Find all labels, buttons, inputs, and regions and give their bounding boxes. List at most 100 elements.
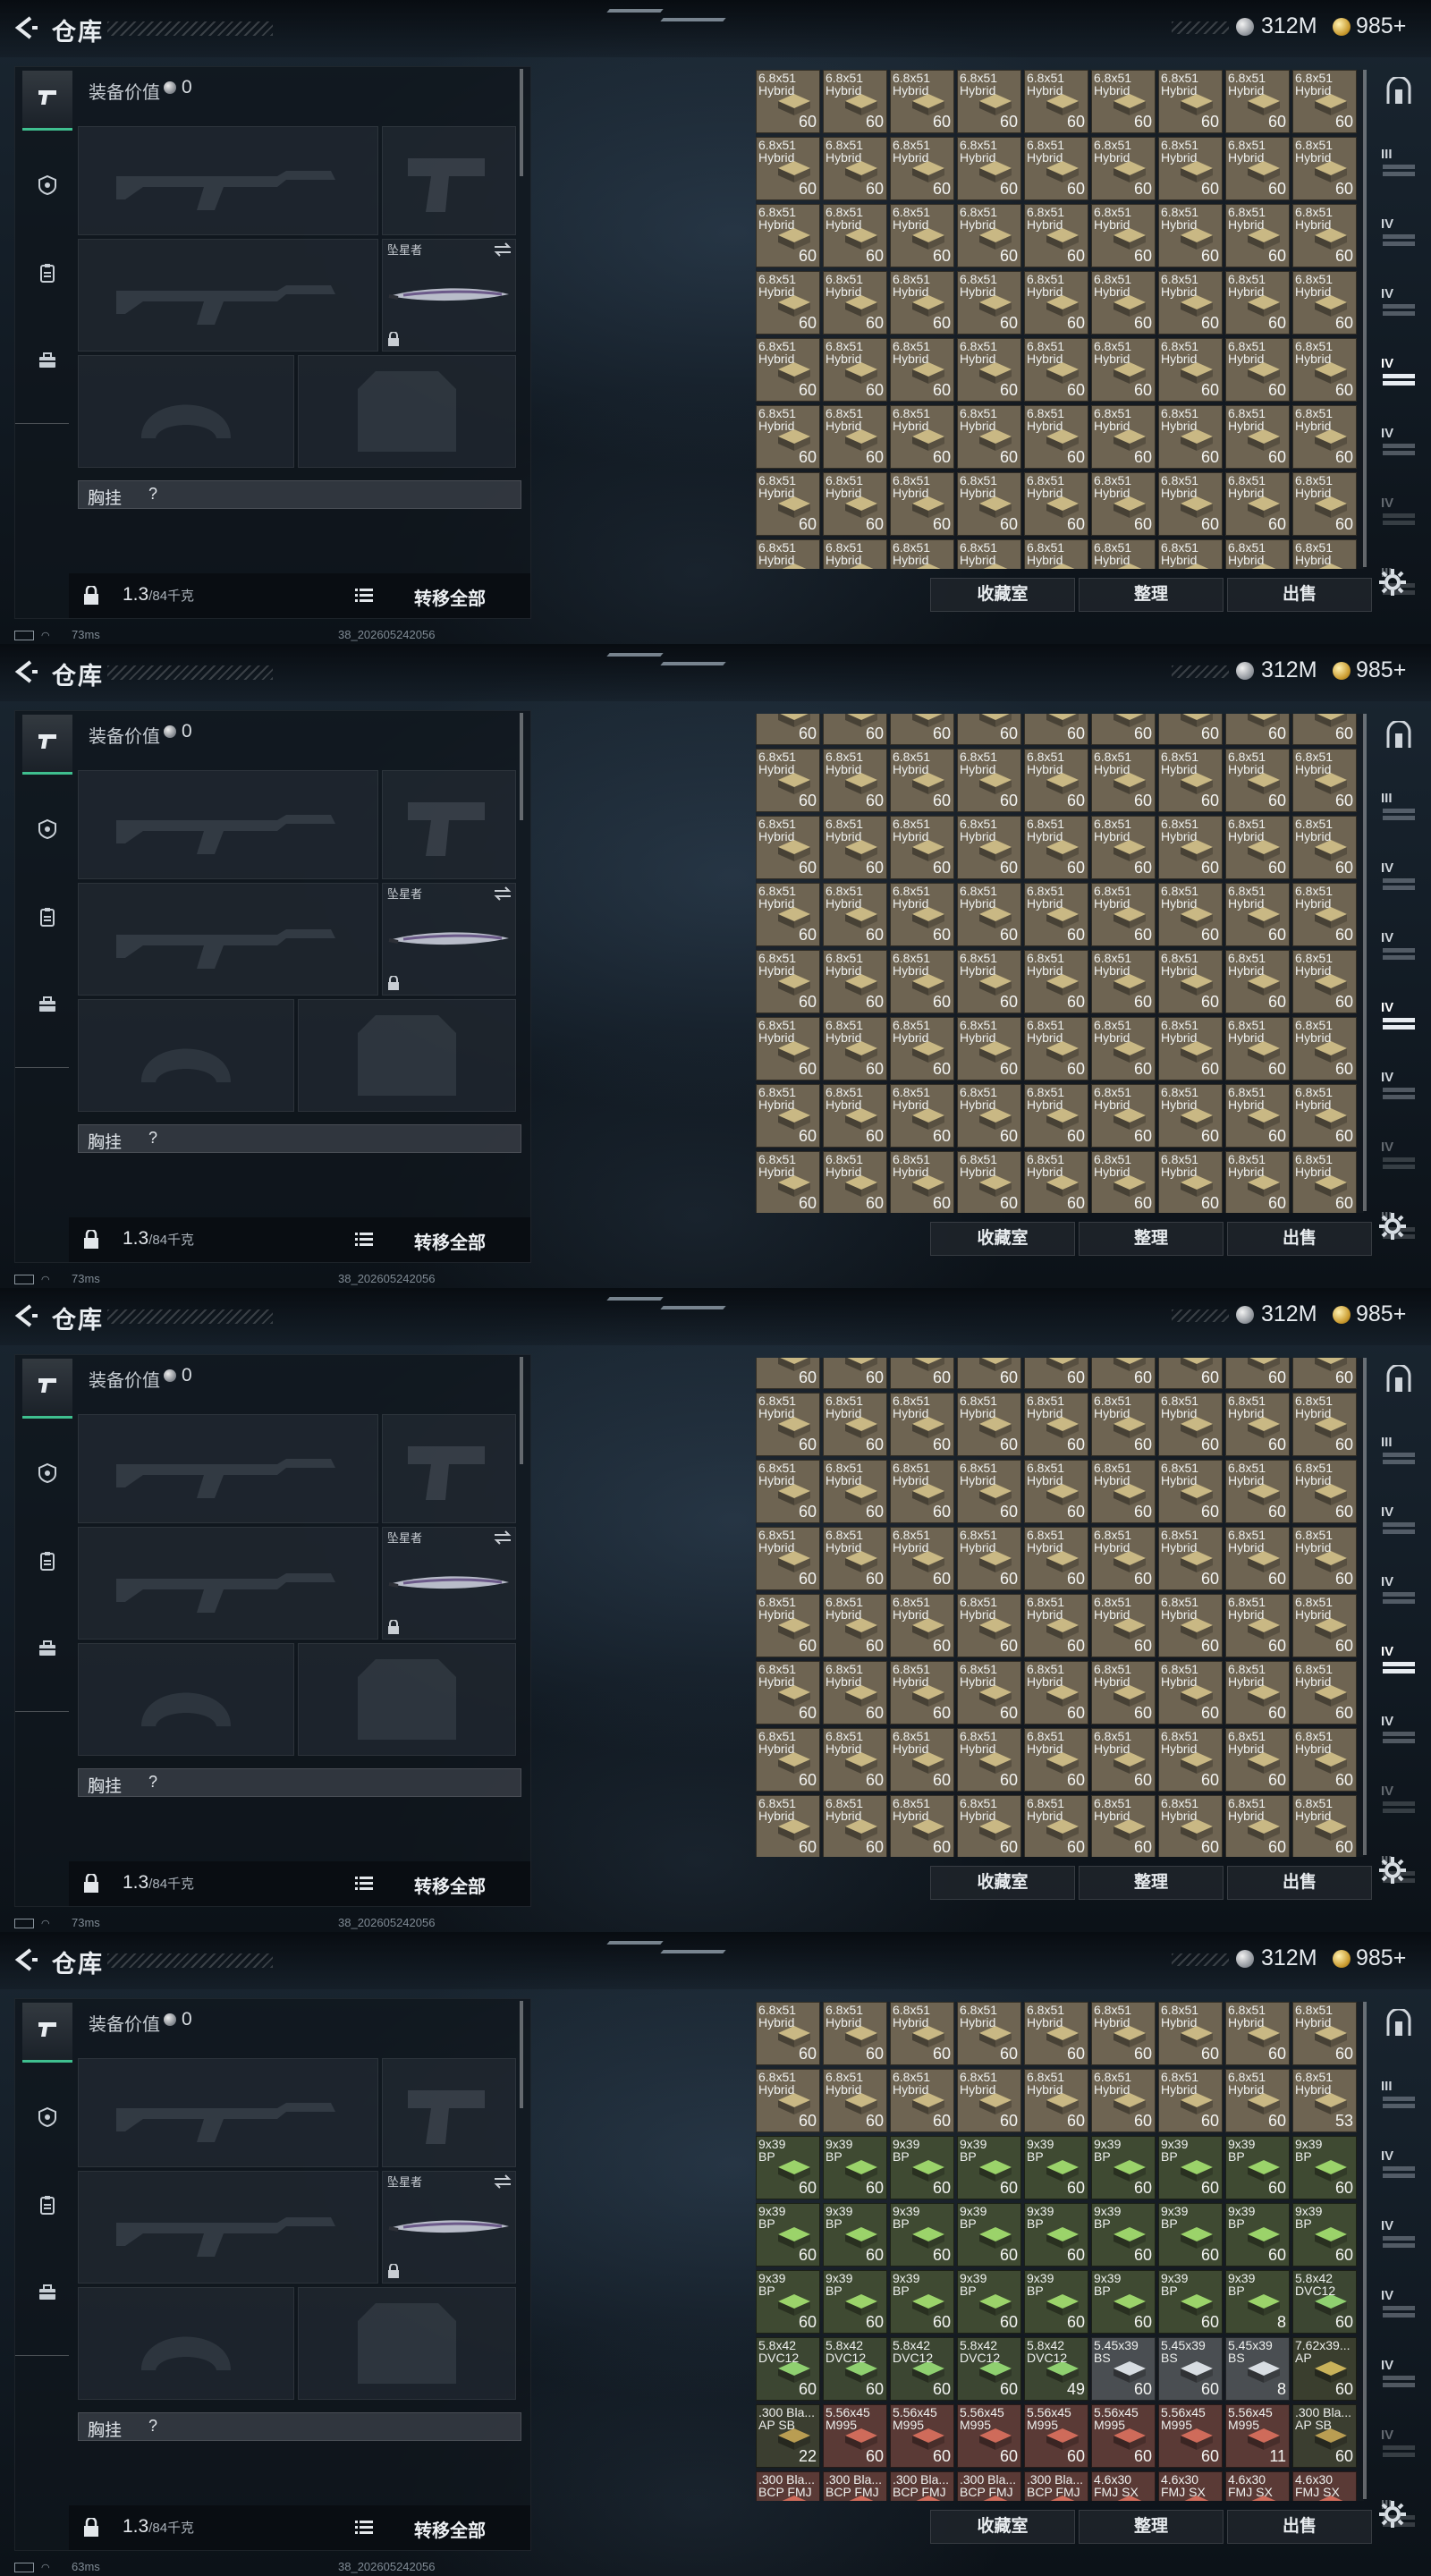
stash-item-cell[interactable]: 6.8x51 Hybrid60 [1158, 1661, 1223, 1724]
stash-item-cell[interactable]: 9x39 BP 60 [1024, 2270, 1088, 2334]
stash-item-cell[interactable]: 6.8x51 Hybrid60 [1091, 1460, 1156, 1523]
stash-item-cell[interactable]: 6.8x51 Hybrid60 [1091, 1728, 1156, 1792]
stash-item-cell[interactable]: 6.8x51 Hybrid60 [823, 1795, 887, 1857]
stash-item-cell[interactable]: 6.8x51 Hybrid60 [957, 204, 1021, 267]
secondary-weapon-slot[interactable] [78, 1527, 378, 1640]
transfer-all-button[interactable]: 转移全部 [414, 584, 486, 610]
stash-item-cell[interactable]: 6.8x51 Hybrid60 [890, 70, 954, 133]
stash-item-cell[interactable]: 6.8x51 Hybrid60 [1292, 70, 1357, 133]
stash-item-cell[interactable]: 6.8x51 Hybrid60 [1225, 539, 1290, 569]
storage-tab-6[interactable]: IV [1377, 492, 1420, 531]
stash-item-cell[interactable]: 6.8x51 Hybrid60 [1158, 405, 1223, 469]
stash-item-cell[interactable]: 5.56x45 M995 60 [823, 2404, 887, 2468]
stash-item-cell[interactable]: 9x39 BP 60 [957, 2136, 1021, 2199]
stash-item-cell[interactable]: 6.8x51 Hybrid60 [890, 1084, 954, 1148]
stash-item-cell[interactable]: 6.8x51 Hybrid60 [890, 1527, 954, 1590]
stash-item-cell[interactable]: 6.8x51 Hybrid60 [1225, 816, 1290, 879]
stash-item-cell[interactable]: 6.8x51 Hybrid60 [890, 950, 954, 1013]
stash-item-cell[interactable]: 6.8x51 Hybrid60 [957, 2069, 1021, 2132]
stash-item-cell[interactable]: 6.8x51 Hybrid60 [1292, 338, 1357, 402]
stash-item-cell[interactable]: 6.8x51 Hybrid60 [823, 2002, 887, 2065]
storage-tab-3[interactable]: IV [1377, 1571, 1420, 1610]
stash-item-cell[interactable]: 6.8x51 Hybrid60 [1024, 70, 1088, 133]
stash-item-cell[interactable]: 6.8x51 Hybrid60 [756, 1017, 820, 1080]
stash-item-cell[interactable]: 9x39 BP 60 [756, 2136, 820, 2199]
helmet-slot[interactable] [78, 355, 294, 468]
stash-item-cell[interactable]: 5.45x39 BS 60 [1158, 2337, 1223, 2401]
stash-item-cell[interactable]: 6.8x51 Hybrid60 [1091, 1661, 1156, 1724]
stash-item-cell[interactable]: 6.8x51 Hybrid60 [823, 2069, 887, 2132]
stash-item-cell[interactable]: 6.8x51 Hybrid60 [823, 405, 887, 469]
stash-item-cell[interactable]: 6.8x51 Hybrid60 [890, 2069, 954, 2132]
primary-weapon-slot[interactable] [78, 1414, 378, 1523]
stash-item-cell[interactable]: 6.8x51 Hybrid60 [756, 70, 820, 133]
stash-item-cell[interactable]: 6.8x51 Hybrid60 [1292, 1594, 1357, 1657]
stash-item-cell[interactable]: 6.8x51 Hybrid60 [1292, 137, 1357, 200]
stash-item-cell[interactable]: 6.8x51 Hybrid60 [756, 816, 820, 879]
stash-item-cell[interactable]: 6.8x51 Hybrid60 [823, 271, 887, 335]
stash-item-cell[interactable]: 6.8x51 Hybrid60 [1091, 271, 1156, 335]
stash-item-cell[interactable]: 6.8x51 Hybrid60 [1091, 338, 1156, 402]
stash-item-cell[interactable]: 6.8x51 Hybrid60 [1024, 714, 1088, 745]
stash-item-cell[interactable]: 9x39 BP 60 [823, 2136, 887, 2199]
stash-item-cell[interactable]: 6.8x51 Hybrid60 [1225, 1460, 1290, 1523]
swap-icon[interactable] [493, 242, 512, 257]
loadout-scrollbar[interactable] [520, 713, 523, 820]
primary-weapon-slot[interactable] [78, 126, 378, 235]
stash-item-cell[interactable]: 7.62x39... AP 60 [1292, 2337, 1357, 2401]
stash-item-cell[interactable]: 6.8x51 Hybrid60 [1024, 1661, 1088, 1724]
stash-item-cell[interactable]: 6.8x51 Hybrid60 [756, 271, 820, 335]
stash-item-cell[interactable]: 6.8x51 Hybrid60 [1024, 1795, 1088, 1857]
stash-item-cell[interactable]: 6.8x51 Hybrid60 [1091, 1527, 1156, 1590]
help-icon[interactable]: ? [148, 2417, 157, 2436]
stash-item-cell[interactable]: 6.8x51 Hybrid60 [957, 2002, 1021, 2065]
stash-item-cell[interactable]: 6.8x51 Hybrid60 [1024, 1017, 1088, 1080]
stash-item-cell[interactable]: 6.8x51 Hybrid60 [1225, 2069, 1290, 2132]
side-tab-2[interactable] [22, 246, 72, 303]
stash-item-cell[interactable]: 6.8x51 Hybrid60 [1225, 2002, 1290, 2065]
stash-item-cell[interactable]: 6.8x51 Hybrid60 [890, 1594, 954, 1657]
stash-item-cell[interactable]: 6.8x51 Hybrid60 [1292, 1393, 1357, 1456]
stash-item-cell[interactable]: 5.56x45 M995 60 [1158, 2404, 1223, 2468]
storage-tab-2[interactable]: IV [1377, 857, 1420, 896]
stash-item-cell[interactable]: 6.8x51 Hybrid60 [1158, 1795, 1223, 1857]
stash-item-cell[interactable]: 6.8x51 Hybrid60 [823, 714, 887, 745]
storage-tab-5[interactable]: IV [1377, 2354, 1420, 2394]
stash-item-cell[interactable]: 9x39 BP 60 [823, 2203, 887, 2267]
sell-button[interactable]: 出售 [1227, 1866, 1372, 1900]
storage-tab-2[interactable]: IV [1377, 213, 1420, 252]
stash-item-cell[interactable]: 6.8x51 Hybrid60 [957, 1594, 1021, 1657]
stash-grid[interactable]: 6.8x51 Hybrid606.8x51 Hybrid606.8x51 Hyb… [756, 1358, 1364, 1857]
stash-item-cell[interactable]: 6.8x51 Hybrid60 [1024, 1728, 1088, 1792]
swap-icon[interactable] [493, 2174, 512, 2189]
stash-item-cell[interactable]: 6.8x51 Hybrid60 [1158, 1017, 1223, 1080]
side-tab-0[interactable] [22, 2003, 72, 2063]
swap-icon[interactable] [493, 886, 512, 901]
stash-item-cell[interactable]: 6.8x51 Hybrid60 [890, 2002, 954, 2065]
stash-item-cell[interactable]: 6.8x51 Hybrid60 [957, 1393, 1021, 1456]
stash-item-cell[interactable]: 6.8x51 Hybrid60 [756, 405, 820, 469]
help-icon[interactable]: ? [148, 1129, 157, 1148]
stash-item-cell[interactable]: 6.8x51 Hybrid60 [756, 1151, 820, 1213]
stash-item-cell[interactable]: 9x39 BP 8 [1225, 2270, 1290, 2334]
pistol-slot[interactable] [382, 2058, 516, 2167]
stash-item-cell[interactable]: .300 Bla... AP SB 60 [1292, 2404, 1357, 2468]
stash-item-cell[interactable]: 6.8x51 Hybrid60 [890, 1661, 954, 1724]
stash-item-cell[interactable]: 6.8x51 Hybrid60 [1292, 816, 1357, 879]
collection-button[interactable]: 收藏室 [930, 578, 1075, 612]
stash-item-cell[interactable]: 6.8x51 Hybrid60 [1158, 137, 1223, 200]
stash-item-cell[interactable]: 6.8x51 Hybrid60 [957, 1017, 1021, 1080]
stash-item-cell[interactable]: 6.8x51 Hybrid60 [1292, 1017, 1357, 1080]
stash-item-cell[interactable]: 6.8x51 Hybrid60 [756, 1393, 820, 1456]
stash-item-cell[interactable]: 6.8x51 Hybrid60 [1024, 1594, 1088, 1657]
stash-item-cell[interactable]: 6.8x51 Hybrid60 [957, 714, 1021, 745]
stash-item-cell[interactable]: 6.8x51 Hybrid60 [957, 1084, 1021, 1148]
stash-item-cell[interactable]: 6.8x51 Hybrid60 [1024, 2069, 1088, 2132]
stash-item-cell[interactable]: 6.8x51 Hybrid60 [756, 1460, 820, 1523]
stash-item-cell[interactable]: 6.8x51 Hybrid60 [1091, 749, 1156, 812]
stash-item-cell[interactable]: 9x39 BP 60 [1225, 2136, 1290, 2199]
stash-item-cell[interactable]: 6.8x51 Hybrid60 [1158, 2069, 1223, 2132]
stash-item-cell[interactable]: 6.8x51 Hybrid60 [756, 950, 820, 1013]
transfer-all-button[interactable]: 转移全部 [414, 2516, 486, 2542]
pistol-slot[interactable] [382, 770, 516, 879]
